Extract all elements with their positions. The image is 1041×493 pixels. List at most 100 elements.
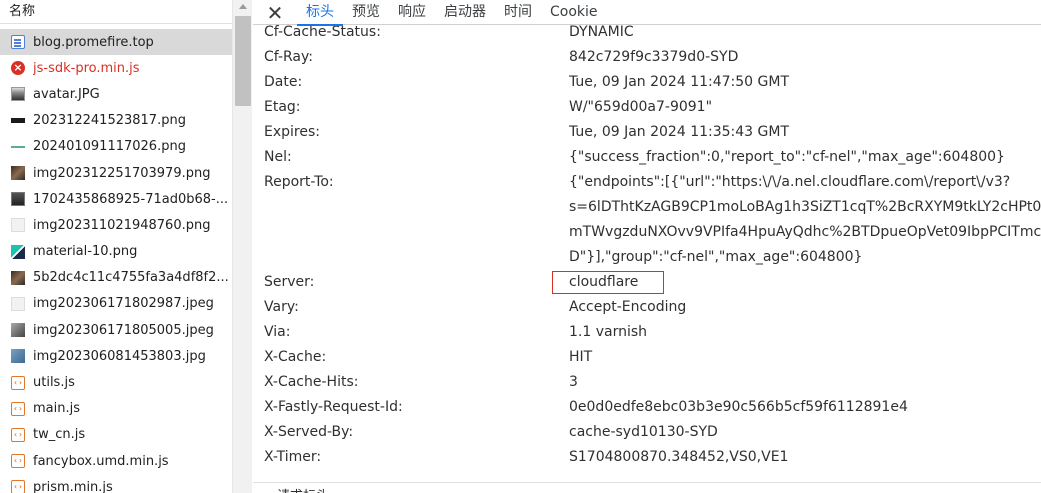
request-name: img202306171805005.jpeg	[33, 322, 214, 338]
scroll-up-icon[interactable]	[239, 4, 247, 9]
header-value[interactable]: cloudflare	[569, 270, 1041, 295]
header-value[interactable]: 842c729f9c3379d0-SYD	[569, 45, 1041, 70]
header-value[interactable]: S1704800870.348452,VS0,VE1	[569, 445, 1041, 470]
tab-1[interactable]: 预览	[343, 0, 389, 25]
request-row[interactable]: img202306081453803.jpg	[0, 343, 232, 369]
header-value[interactable]: 1.1 varnish	[569, 320, 1041, 345]
header-value[interactable]: 3	[569, 370, 1041, 395]
header-name: Via:	[264, 324, 291, 340]
request-row[interactable]: 202401091117026.png	[0, 134, 232, 160]
request-row[interactable]: ‹› main.js	[0, 396, 232, 422]
request-name: 1702435868925-71ad0b68-...	[33, 191, 229, 207]
request-row[interactable]: 5b2dc4c11c4755fa3a4df8f2...	[0, 265, 232, 291]
header-name: X-Timer:	[264, 449, 322, 465]
close-icon[interactable]: ✕	[253, 0, 297, 25]
image-icon	[11, 218, 25, 233]
header-value-line: mTWvgzduNXOvv9VPIfa4HpuAyQdhc%2BTDpueOpV…	[569, 224, 1041, 240]
header-value-line: 3	[569, 374, 578, 390]
header-value-line: cloudflare	[569, 274, 639, 290]
header-value-line: HIT	[569, 349, 593, 365]
request-row[interactable]: material-10.png	[0, 239, 232, 265]
response-header-row: X-Cache: HIT	[253, 345, 1041, 370]
header-value[interactable]: {"endpoints":[{"url":"https:\/\/a.nel.cl…	[569, 170, 1041, 270]
request-headers-section[interactable]: 请求标头	[253, 482, 1041, 493]
header-value-line: cache-syd10130-SYD	[569, 424, 718, 440]
response-header-row: Cf-Ray: 842c729f9c3379d0-SYD	[253, 45, 1041, 70]
request-row[interactable]: × js-sdk-pro.min.js	[0, 55, 232, 81]
response-header-row: Nel: {"success_fraction":0,"report_to":"c…	[253, 145, 1041, 170]
image-icon	[11, 323, 25, 338]
header-value[interactable]: Tue, 09 Jan 2024 11:35:43 GMT	[569, 120, 1041, 145]
response-header-row: X-Fastly-Request-Id: 0e0d0edfe8ebc03b3e90…	[253, 395, 1041, 420]
response-header-row: Via: 1.1 varnish	[253, 320, 1041, 345]
header-value[interactable]: Accept-Encoding	[569, 295, 1041, 320]
header-value-line: 0e0d0edfe8ebc03b3e90c566b5cf59f6112891e4	[569, 399, 908, 415]
header-value[interactable]: 0e0d0edfe8ebc03b3e90c566b5cf59f6112891e4	[569, 395, 1041, 420]
response-header-row: Report-To: {"endpoints":[{"url":"https:\/…	[253, 170, 1041, 270]
response-header-row: X-Cache-Hits: 3	[253, 370, 1041, 395]
request-name: img202311021948760.png	[33, 217, 211, 233]
request-name: img202312251703979.png	[33, 165, 211, 181]
header-name: Server:	[264, 274, 315, 290]
request-row[interactable]: img202311021948760.png	[0, 212, 232, 238]
header-value-line: W/"659d00a7-9091"	[569, 99, 713, 115]
header-value-line: 1.1 varnish	[569, 324, 648, 340]
header-value[interactable]: HIT	[569, 345, 1041, 370]
request-name: avatar.JPG	[33, 86, 100, 102]
script-icon: ‹›	[11, 375, 25, 390]
request-row[interactable]: img202306171802987.jpeg	[0, 291, 232, 317]
tab-2[interactable]: 响应	[389, 0, 435, 25]
script-icon: ‹›	[11, 427, 25, 442]
request-row[interactable]: ‹› fancybox.umd.min.js	[0, 448, 232, 474]
script-icon: ‹›	[11, 401, 25, 416]
tab-5[interactable]: Cookie	[541, 0, 607, 25]
scrollbar-thumb[interactable]	[235, 16, 251, 106]
script-icon: ‹›	[11, 454, 25, 469]
response-header-row: X-Served-By: cache-syd10130-SYD	[253, 420, 1041, 445]
image-icon	[11, 192, 25, 207]
request-name: utils.js	[33, 375, 75, 391]
request-name: blog.promefire.top	[33, 34, 154, 50]
tab-4[interactable]: 时间	[495, 0, 541, 25]
request-row[interactable]: ‹› prism.min.js	[0, 474, 232, 493]
response-header-row: Etag: W/"659d00a7-9091"	[253, 95, 1041, 120]
section-title: 请求标头	[277, 485, 329, 493]
request-name: 202312241523817.png	[33, 113, 186, 129]
request-name: fancybox.umd.min.js	[33, 453, 169, 469]
request-name: main.js	[33, 401, 80, 417]
header-value-line: D"}],"group":"cf-nel","max_age":604800}	[569, 249, 863, 265]
tab-0[interactable]: 标头	[297, 0, 343, 26]
image-icon	[11, 270, 25, 285]
header-name: X-Cache-Hits:	[264, 374, 359, 390]
header-value[interactable]: {"success_fraction":0,"report_to":"cf-ne…	[569, 145, 1041, 170]
request-row[interactable]: img202312251703979.png	[0, 160, 232, 186]
request-row[interactable]: img202306171805005.jpeg	[0, 317, 232, 343]
request-details-panel: Cf-Cache-Status: DYNAMIC Cf-Ray: 842c729f9c…	[253, 0, 1041, 493]
image-icon	[11, 118, 25, 124]
request-name: js-sdk-pro.min.js	[33, 60, 140, 76]
header-name: X-Served-By:	[264, 424, 354, 440]
response-header-row: Vary: Accept-Encoding	[253, 295, 1041, 320]
header-name: Vary:	[264, 299, 299, 315]
request-row[interactable]: 202312241523817.png	[0, 108, 232, 134]
header-name: Nel:	[264, 149, 292, 165]
tabs: 标头 预览 响应 启动器 时间 Cookie	[297, 0, 607, 26]
request-row[interactable]: ‹› utils.js	[0, 369, 232, 395]
request-row[interactable]: blog.promefire.top	[0, 29, 232, 56]
header-value-line: {"endpoints":[{"url":"https:\/\/a.nel.cl…	[569, 174, 1011, 190]
image-icon	[11, 349, 25, 364]
response-header-row: Expires: Tue, 09 Jan 2024 11:35:43 GMT	[253, 120, 1041, 145]
header-value-line: s=6lDThtKzAGB9CP1moLoBAg1h3SiZT1cqT%2BcR…	[569, 199, 1041, 215]
header-value[interactable]: Tue, 09 Jan 2024 11:47:50 GMT	[569, 70, 1041, 95]
header-value[interactable]: cache-syd10130-SYD	[569, 420, 1041, 445]
request-list-scrollbar[interactable]	[232, 0, 252, 493]
request-row[interactable]: avatar.JPG	[0, 81, 232, 107]
header-value[interactable]: W/"659d00a7-9091"	[569, 95, 1041, 120]
tab-3[interactable]: 启动器	[435, 0, 495, 25]
request-list-panel: 名称 blog.promefire.top × js-sdk-pro.min.js a…	[0, 0, 232, 493]
request-list: blog.promefire.top × js-sdk-pro.min.js avat…	[0, 29, 232, 493]
request-row[interactable]: ‹› tw_cn.js	[0, 422, 232, 448]
name-column-header[interactable]: 名称	[0, 0, 232, 24]
request-name: 202401091117026.png	[33, 139, 186, 155]
request-row[interactable]: 1702435868925-71ad0b68-...	[0, 186, 232, 212]
